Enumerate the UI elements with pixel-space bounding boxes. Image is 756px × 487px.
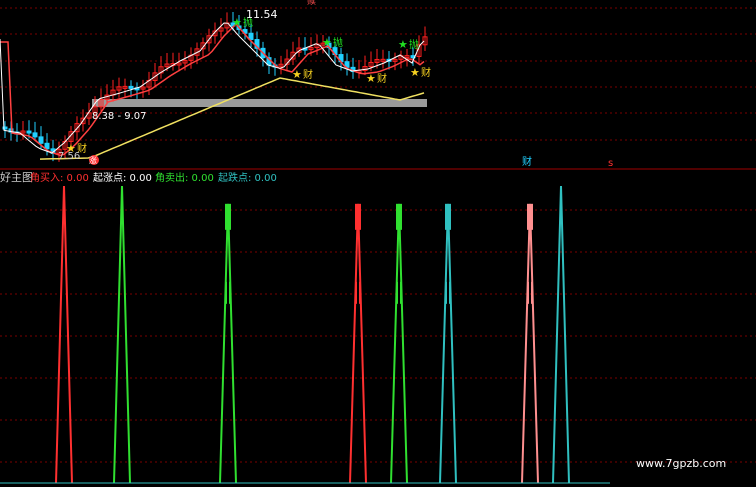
spike-fall_start (439, 203, 457, 484)
candle[interactable] (218, 18, 224, 39)
candle[interactable] (392, 52, 398, 71)
candle[interactable] (278, 55, 284, 75)
candle[interactable] (296, 37, 302, 57)
low-price-label: 7.56 (58, 151, 80, 162)
buy-star-icon: ★ 财 (366, 72, 387, 85)
buy-angle-label: 角买入: 0.00 (30, 172, 89, 184)
candle[interactable] (302, 37, 308, 55)
s-marker: s (608, 158, 613, 169)
candle[interactable] (266, 52, 272, 74)
price-panel[interactable]: ★ 抛★ 抛 ★ 抛★ 财 ★ 财★ 财★ 财 11.54 7.56 8.38 - 9.07 赎 … (0, 0, 613, 169)
candle[interactable] (380, 49, 386, 69)
sell-star-icon: ★ 抛 (398, 38, 419, 51)
candle[interactable] (170, 52, 176, 71)
svg-text:财: 财 (377, 72, 387, 85)
range-label: 8.38 - 9.07 (92, 111, 147, 122)
svg-text:★: ★ (322, 36, 332, 49)
candle[interactable] (146, 71, 152, 96)
fall-start-label: 起跌点: 0.00 (218, 171, 277, 184)
candle[interactable] (422, 26, 428, 51)
spike-buy_angle (55, 185, 73, 484)
indicator-spikes (55, 185, 570, 484)
spike-rise_start (113, 185, 131, 484)
indicator-title: 好主图 (0, 170, 33, 184)
zhang-marker: 涨 (89, 155, 99, 165)
buy-star-icon: ★ 财 (292, 68, 313, 81)
svg-text:抛: 抛 (333, 36, 343, 49)
candle[interactable] (404, 49, 410, 67)
candle[interactable] (122, 78, 128, 97)
high-price-label: 11.54 (246, 8, 278, 21)
candle[interactable] (398, 50, 404, 69)
top-fragment-text: 赎 (307, 0, 316, 7)
svg-text:★: ★ (232, 16, 242, 29)
watermark: www.7gpzb.com (636, 457, 726, 470)
candle[interactable] (284, 49, 290, 72)
rise-start-label: 起涨点: 0.00 (93, 172, 152, 184)
sell-star-icon: ★ 抛 (322, 36, 343, 49)
candle[interactable] (98, 88, 104, 112)
chart-canvas: ★ 抛★ 抛 ★ 抛★ 财 ★ 财★ 财★ 财 11.54 7.56 8.38 - 9.07 赎 … (0, 0, 756, 484)
svg-text:财: 财 (303, 68, 313, 81)
svg-text:财: 财 (421, 66, 431, 79)
sell-angle-label: 角卖出: 0.00 (155, 171, 214, 184)
indicator-header: 好主图 角买入: 0.00 起涨点: 0.00 角卖出: 0.00 起跌点: 0… (0, 170, 277, 184)
ma-mid-line (0, 22, 425, 157)
candle[interactable] (134, 82, 140, 99)
buy-star-icon: ★ 财 (410, 66, 431, 79)
svg-text:涨: 涨 (89, 155, 97, 165)
support-band (92, 99, 427, 107)
spike-rise_start (390, 203, 408, 484)
candle[interactable] (344, 53, 350, 76)
cai-marker: 财 (522, 155, 532, 168)
ma-fast-line (0, 22, 425, 154)
spike-fall_start (552, 185, 570, 484)
candle[interactable] (356, 59, 362, 79)
candle[interactable] (290, 41, 296, 66)
svg-text:★: ★ (410, 66, 420, 79)
candle[interactable] (116, 77, 122, 98)
candle[interactable] (188, 47, 194, 69)
candle[interactable] (110, 79, 116, 102)
spike-sell_angle (219, 203, 237, 484)
spike-pink (521, 203, 539, 484)
candle[interactable] (140, 79, 146, 98)
svg-text:★: ★ (366, 72, 376, 85)
svg-text:★: ★ (398, 38, 408, 51)
svg-text:抛: 抛 (409, 38, 419, 51)
spike-buy_angle (349, 203, 367, 484)
svg-text:★: ★ (292, 68, 302, 81)
candle[interactable] (158, 56, 164, 79)
